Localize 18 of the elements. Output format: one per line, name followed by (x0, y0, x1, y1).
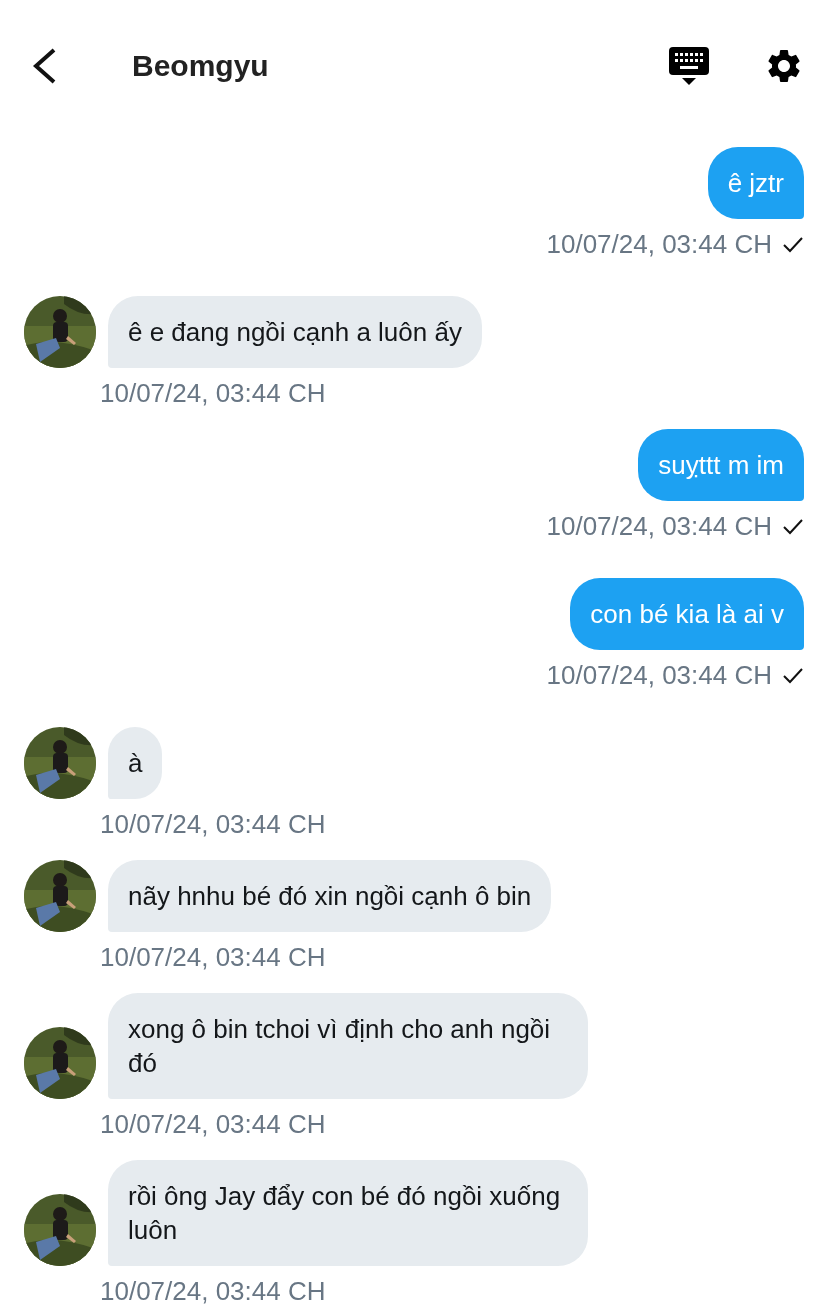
message-bubble: con bé kia là ai v (570, 578, 804, 650)
message-time: 10/07/24, 03:44 CH (100, 942, 326, 973)
contact-name: Beomgyu (132, 49, 270, 83)
message-time: 10/07/24, 03:44 CH (100, 809, 326, 840)
message-time: 10/07/24, 03:44 CH (100, 378, 326, 409)
message-bubble: nãy hnhu bé đó xin ngồi cạnh ô bin (108, 860, 552, 932)
message-bubble: ê jztr (707, 147, 804, 219)
keyboard-icon[interactable] (668, 45, 710, 87)
message-bubble: à (108, 727, 163, 799)
message-bubble: suỵttt m im (638, 429, 804, 501)
message-bubble: xong ô bin tchoi vì định cho anh ngồi đó (108, 993, 588, 1099)
message-time: 10/07/24, 03:44 CH (100, 1109, 326, 1140)
message-time: 10/07/24, 03:44 CH (546, 229, 772, 260)
message-time: 10/07/24, 03:44 CH (546, 511, 772, 542)
message-time: 10/07/24, 03:44 CH (100, 1276, 326, 1307)
message-bubble: rồi ông Jay đẩy con bé đó ngồi xuống luôn (108, 1160, 588, 1266)
message-bubble: ê e đang ngồi cạnh a luôn ấy (108, 296, 482, 368)
message-time: 10/07/24, 03:44 CH (546, 660, 772, 691)
